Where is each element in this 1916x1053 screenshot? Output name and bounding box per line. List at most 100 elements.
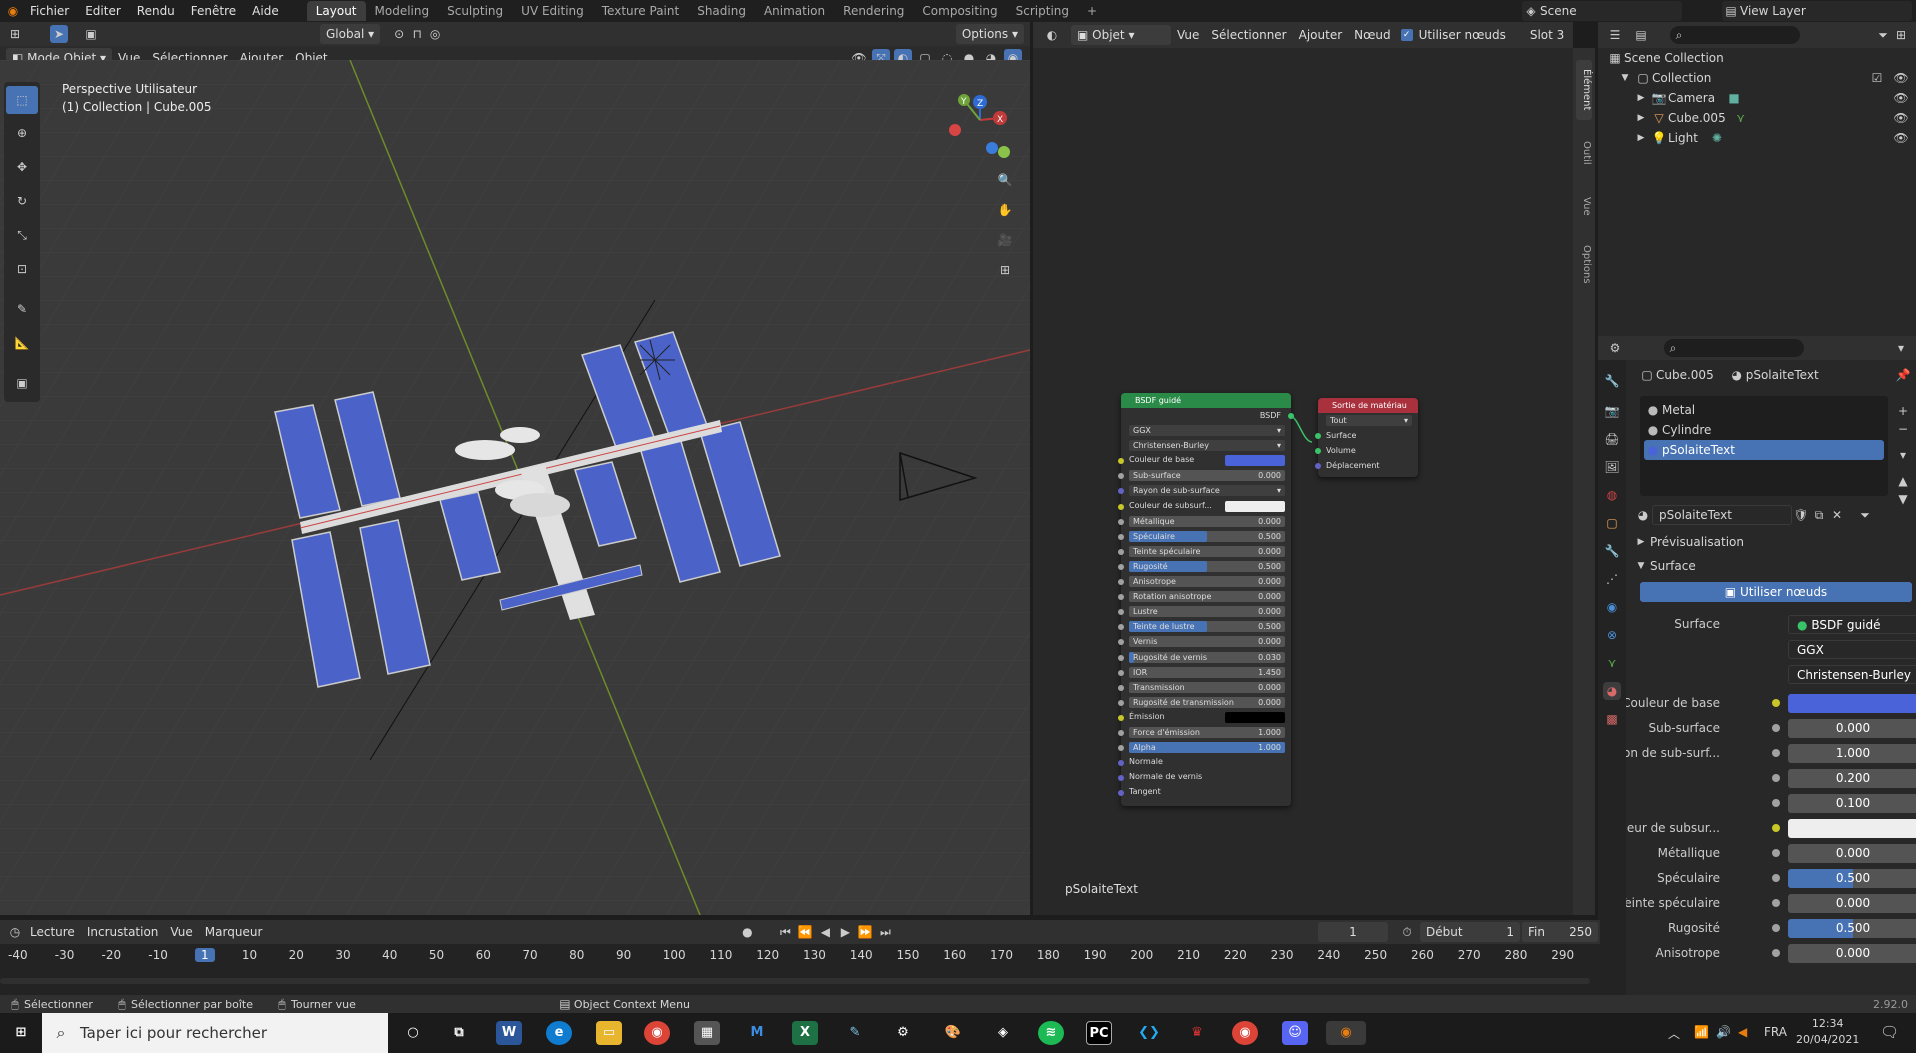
tab-layout[interactable]: Layout <box>306 1 366 21</box>
bsdf-input-row[interactable]: Rayon de sub-surface ▾ <box>1118 483 1291 498</box>
word-icon[interactable]: W <box>496 1021 522 1045</box>
material-tab-icon[interactable]: ◕ <box>1603 682 1621 700</box>
output-tab-icon[interactable]: 🖨 <box>1603 430 1621 448</box>
notification-app-icon[interactable]: ◀ <box>1738 1025 1747 1039</box>
tab-shading[interactable]: Shading <box>688 1 755 21</box>
input-socket[interactable] <box>1118 488 1124 495</box>
material-name-field[interactable]: pSolaiteText <box>1652 505 1792 525</box>
input-value-field[interactable]: Rotation anisotrope 0.000 <box>1129 591 1285 603</box>
windows-start-icon[interactable]: ⊞ <box>8 1021 34 1045</box>
input-socket[interactable] <box>1118 594 1124 601</box>
constraints-tab-icon[interactable]: ⊗ <box>1603 626 1621 644</box>
stopwatch-icon[interactable]: ⏱ <box>1398 923 1416 941</box>
add-slot-icon[interactable]: + <box>1894 402 1912 420</box>
tab-compositing[interactable]: Compositing <box>913 1 1006 21</box>
light-visibility-icon[interactable]: 👁 <box>1892 129 1910 147</box>
timeline-type-icon[interactable]: ◷ <box>6 923 24 941</box>
rotate-tool-icon[interactable]: ↻ <box>6 186 38 216</box>
input-socket[interactable] <box>1118 533 1124 540</box>
menu-fichier[interactable]: Fichier <box>22 0 77 22</box>
input-value-field[interactable]: Transmission 0.000 <box>1129 681 1285 693</box>
input-value-field[interactable]: Alpha 1.000 <box>1129 742 1285 754</box>
property-value-field[interactable]: 0.000 <box>1788 944 1916 963</box>
input-socket[interactable] <box>1118 745 1124 752</box>
view-layer-selector[interactable]: ▤ View Layer <box>1722 1 1912 21</box>
notepad-icon[interactable]: ✎ <box>842 1021 868 1045</box>
tab-rendering[interactable]: Rendering <box>834 1 913 21</box>
bsdf-input-row[interactable]: Couleur de base <box>1118 453 1291 468</box>
property-value-field[interactable]: 1.000 <box>1788 744 1916 763</box>
render-tab-icon[interactable]: 📷 <box>1603 402 1621 420</box>
bsdf-input-row[interactable]: Tangent <box>1118 785 1291 800</box>
mail-icon[interactable]: M <box>744 1021 770 1045</box>
bsdf-input-row[interactable]: Sub-surface 0.000 <box>1118 468 1291 483</box>
camera-view-icon[interactable]: 🎥 <box>996 225 1014 255</box>
input-socket[interactable] <box>1118 518 1124 525</box>
tab-element[interactable]: Élément <box>1576 60 1592 120</box>
expand-arrow-icon[interactable]: ▶ <box>1632 89 1650 107</box>
outliner-collection[interactable]: ▼ ▢ Collection ☑ 👁 <box>1598 68 1916 88</box>
select-box-tool-icon[interactable]: ⬚ <box>6 86 38 114</box>
cursor-tool-icon[interactable]: ⊕ <box>6 118 38 148</box>
slot-menu-icon[interactable]: ▾ <box>1894 446 1912 464</box>
properties-type-icon[interactable]: ⚙ <box>1606 339 1624 357</box>
surface-shader-field[interactable]: ● BSDF guidé <box>1788 615 1916 634</box>
vscode-icon[interactable]: ❮❯ <box>1136 1021 1162 1045</box>
color-swatch[interactable] <box>1225 711 1285 723</box>
prop-subsurface-method-dropdown[interactable]: Christensen-Burley <box>1788 665 1916 684</box>
bsdf-input-row[interactable]: Lustre 0.000 <box>1118 604 1291 619</box>
input-socket[interactable] <box>1118 669 1124 676</box>
game-icon[interactable]: ♛ <box>1184 1021 1210 1045</box>
property-value-field[interactable]: 0.000 <box>1788 844 1916 863</box>
material-output-node[interactable]: Sortie de matériau Tout ▾ Surface Volume … <box>1315 398 1418 478</box>
input-value-field[interactable]: IOR 1.450 <box>1129 666 1285 678</box>
input-value-field[interactable]: Rugosité de vernis 0.030 <box>1129 651 1285 663</box>
remove-slot-icon[interactable]: − <box>1894 420 1912 438</box>
property-value-field[interactable]: 0.000 <box>1788 894 1916 913</box>
pin-icon[interactable]: 📌 <box>1894 366 1912 384</box>
displacement-socket[interactable] <box>1315 463 1321 470</box>
property-color-field[interactable] <box>1788 819 1916 838</box>
principled-bsdf-node[interactable]: BSDF guidé BSDF GGX ▾ Christensen-Burley ▾… <box>1118 393 1294 807</box>
outliner-type-icon[interactable]: ☰ <box>1606 26 1624 44</box>
material-browse-icon[interactable]: ◕ <box>1634 506 1652 524</box>
input-socket[interactable] <box>1118 473 1124 480</box>
unlink-material-icon[interactable]: ✕ <box>1828 506 1846 524</box>
bsdf-input-row[interactable]: Teinte spéculaire 0.000 <box>1118 544 1291 559</box>
bsdf-input-row[interactable]: IOR 1.450 <box>1118 665 1291 680</box>
node-menu-selectionner[interactable]: Sélectionner <box>1205 28 1292 42</box>
input-dropdown[interactable]: Rayon de sub-surface ▾ <box>1129 485 1285 497</box>
volume-socket[interactable] <box>1315 448 1321 455</box>
material-slot-item[interactable]: ● Cylindre <box>1644 420 1884 440</box>
distribution-dropdown[interactable]: GGX ▾ <box>1121 423 1291 438</box>
cortana-icon[interactable]: ○ <box>400 1021 426 1045</box>
property-value-field[interactable]: 0.500 <box>1788 919 1916 938</box>
move-down-icon[interactable]: ▼ <box>1894 490 1912 508</box>
add-workspace-button[interactable]: + <box>1078 1 1106 21</box>
property-value-field[interactable]: 0.200 <box>1788 769 1916 788</box>
menu-fenetre[interactable]: Fenêtre <box>183 0 244 22</box>
move-up-icon[interactable]: ▲ <box>1894 472 1912 490</box>
material-slot-item-active[interactable]: ● pSolaiteText <box>1644 440 1884 460</box>
material-slot-list[interactable]: ● Metal ● Cylindre ● pSolaiteText <box>1640 396 1888 496</box>
input-value-field[interactable]: Vernis 0.000 <box>1129 636 1285 648</box>
use-nodes-checkbox[interactable]: ✓ Utiliser nœuds <box>1400 28 1512 42</box>
texture-tab-icon[interactable]: ▩ <box>1603 710 1621 728</box>
input-socket[interactable] <box>1118 790 1124 797</box>
world-tab-icon[interactable]: ◍ <box>1603 486 1621 504</box>
new-collection-icon[interactable]: ⊞ <box>1892 26 1910 44</box>
input-socket[interactable] <box>1118 684 1124 691</box>
input-value-field[interactable]: Teinte de lustre 0.500 <box>1129 621 1285 633</box>
add-cube-tool-icon[interactable]: ▣ <box>6 368 38 398</box>
property-color-field[interactable] <box>1788 694 1916 713</box>
bsdf-input-row[interactable]: Alpha 1.000 <box>1118 740 1291 755</box>
pycharm-icon[interactable]: PC <box>1086 1021 1112 1045</box>
tab-vue[interactable]: Vue <box>1576 186 1592 226</box>
paint-icon[interactable]: 🎨 <box>940 1021 966 1045</box>
zoom-icon[interactable]: 🔍 <box>996 165 1014 195</box>
calculator-icon[interactable]: ▦ <box>694 1021 720 1045</box>
spotify-icon[interactable]: ≋ <box>1038 1021 1064 1045</box>
expand-arrow-icon[interactable]: ▼ <box>1616 69 1634 87</box>
outliner-search-input[interactable]: ⌕ <box>1670 26 1800 44</box>
expand-arrow-icon[interactable]: ▶ <box>1632 109 1650 127</box>
